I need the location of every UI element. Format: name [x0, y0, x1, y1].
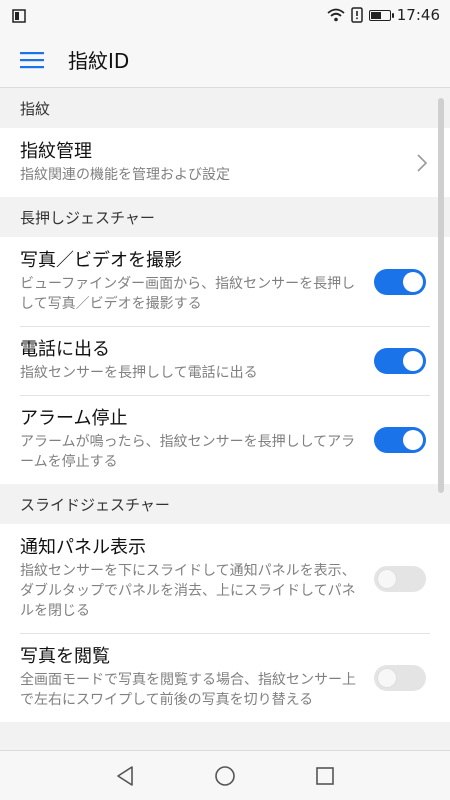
- item-title: 指紋管理: [20, 141, 92, 162]
- notification-panel-item[interactable]: 通知パネル表示 指紋センサーを下にスライドして通知パネルを表示、ダブルタップでパ…: [0, 524, 450, 633]
- battery-icon: [368, 9, 394, 21]
- home-button[interactable]: [210, 761, 240, 791]
- scrollbar[interactable]: [438, 98, 444, 493]
- toggle-knob: [403, 271, 423, 292]
- chevron-right-icon: [417, 153, 428, 172]
- section-fingerprint: 指紋管理 指紋関連の機能を管理および設定: [0, 128, 450, 197]
- item-title: 写真を閲覧: [20, 646, 110, 667]
- status-time: 17:46: [396, 6, 440, 24]
- status-bar: 17:46: [0, 0, 450, 32]
- toggle-knob: [403, 350, 423, 371]
- capture-photo-video-item[interactable]: 写真／ビデオを撮影 ビューファインダー画面から、指紋センサーを長押しして写真／ビ…: [0, 237, 450, 326]
- notification-icon: [12, 9, 26, 23]
- notification-panel-toggle[interactable]: [374, 565, 426, 592]
- toggle-knob: [377, 568, 397, 589]
- stop-alarm-toggle[interactable]: [374, 426, 426, 453]
- hamburger-menu-icon: [20, 52, 44, 69]
- fingerprint-management-item[interactable]: 指紋管理 指紋関連の機能を管理および設定: [0, 128, 450, 197]
- menu-button[interactable]: [14, 42, 50, 78]
- item-title: 写真／ビデオを撮影: [20, 250, 182, 271]
- page-title: 指紋ID: [68, 49, 130, 73]
- wifi-icon: [327, 8, 345, 22]
- section-header-fingerprint: 指紋: [0, 88, 450, 128]
- answer-call-item[interactable]: 電話に出る 指紋センサーを長押しして電話に出る: [0, 326, 450, 395]
- item-description: ビューファインダー画面から、指紋センサーを長押しして写真／ビデオを撮影する: [20, 276, 356, 312]
- toggle-knob: [377, 667, 397, 688]
- section-slide: 通知パネル表示 指紋センサーを下にスライドして通知パネルを表示、ダブルタップでパ…: [0, 524, 450, 722]
- item-title: アラーム停止: [20, 408, 128, 429]
- settings-list: 指紋 指紋管理 指紋関連の機能を管理および設定 長押しジェスチャー 写真／ビデオ…: [0, 88, 450, 750]
- browse-photos-item[interactable]: 写真を閲覧 全画面モードで写真を閲覧する場合、指紋センサー上で左右にスワイプして…: [0, 633, 450, 722]
- item-description: 指紋関連の機能を管理および設定: [20, 167, 230, 183]
- alert-icon: [351, 7, 363, 23]
- answer-call-toggle[interactable]: [374, 347, 426, 374]
- back-triangle-icon: [117, 766, 133, 786]
- item-description: アラームが鳴ったら、指紋センサーを長押ししてアラームを停止する: [20, 434, 356, 470]
- status-icons: 17:46: [327, 6, 440, 24]
- back-button[interactable]: [110, 761, 140, 791]
- browse-photos-toggle[interactable]: [374, 664, 426, 691]
- home-circle-icon: [215, 766, 235, 786]
- capture-photo-toggle[interactable]: [374, 268, 426, 295]
- toggle-knob: [403, 429, 423, 450]
- recents-button[interactable]: [310, 761, 340, 791]
- recents-square-icon: [316, 767, 334, 785]
- section-header-long-press: 長押しジェスチャー: [0, 197, 450, 237]
- item-description: 指紋センサーを長押しして電話に出る: [20, 365, 258, 381]
- app-header: 指紋ID: [0, 32, 450, 88]
- navigation-bar: [0, 750, 450, 800]
- item-title: 電話に出る: [20, 339, 110, 360]
- section-header-slide: スライドジェスチャー: [0, 484, 450, 524]
- stop-alarm-item[interactable]: アラーム停止 アラームが鳴ったら、指紋センサーを長押ししてアラームを停止する: [0, 395, 450, 484]
- item-description: 指紋センサーを下にスライドして通知パネルを表示、ダブルタップでパネルを消去、上に…: [20, 563, 356, 619]
- section-long-press: 写真／ビデオを撮影 ビューファインダー画面から、指紋センサーを長押しして写真／ビ…: [0, 237, 450, 484]
- settings-screen: 17:46 指紋ID 指紋 指紋管理 指紋関連の機能を管理および設定 長押しジェ…: [0, 0, 450, 800]
- item-description: 全画面モードで写真を閲覧する場合、指紋センサー上で左右にスワイプして前後の写真を…: [20, 672, 356, 708]
- item-title: 通知パネル表示: [20, 537, 146, 558]
